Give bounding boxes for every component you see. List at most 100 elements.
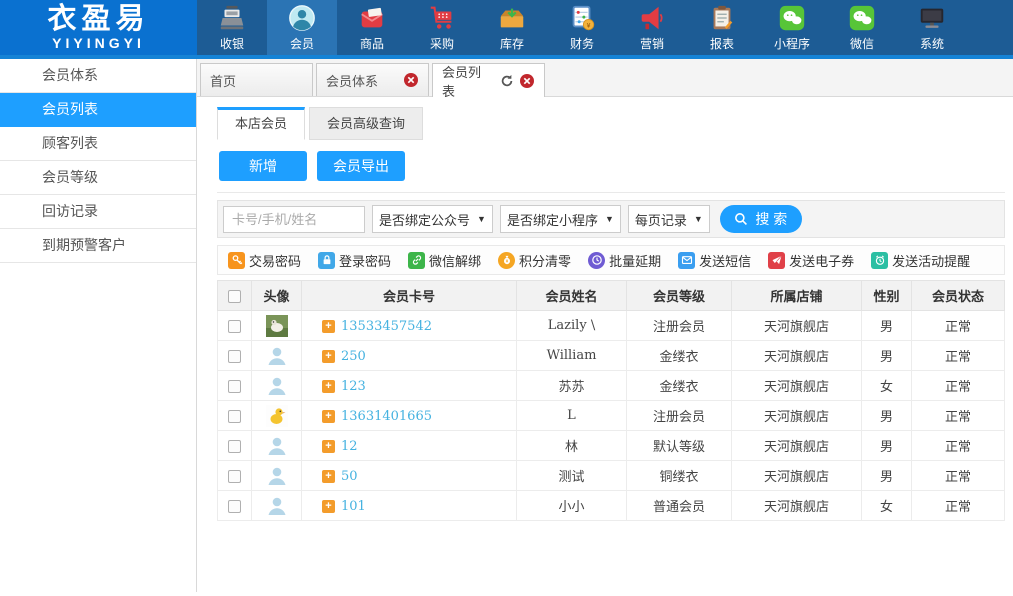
select-value: 是否绑定小程序 — [507, 210, 598, 229]
tab-home[interactable]: 首页 — [200, 63, 313, 96]
subtab-store-members[interactable]: 本店会员 — [217, 107, 305, 140]
action-login-password[interactable]: 登录密码 — [318, 251, 391, 270]
nav-item-goods[interactable]: 商品 — [337, 0, 407, 55]
action-points-reset[interactable]: ¥ 积分清零 — [498, 251, 571, 270]
expand-plus-icon[interactable]: + — [322, 350, 335, 363]
report-clipboard-icon — [707, 3, 737, 33]
nav-item-member[interactable]: 会员 — [267, 0, 337, 55]
sidebar-item-customer-list[interactable]: 顾客列表 — [0, 127, 196, 161]
row-checkbox[interactable] — [228, 320, 241, 333]
official-account-select[interactable]: 是否绑定公众号 ▼ — [372, 205, 493, 233]
name-cell: William — [517, 341, 627, 371]
member-card-link[interactable]: 101 — [341, 499, 366, 514]
search-button-label: 搜 索 — [755, 209, 787, 229]
miniprogram-select[interactable]: 是否绑定小程序 ▼ — [500, 205, 621, 233]
row-checkbox[interactable] — [228, 440, 241, 453]
name-cell: Lazily \ — [517, 311, 627, 341]
header-level: 会员等级 — [627, 281, 732, 311]
sidebar-item-visit-records[interactable]: 回访记录 — [0, 195, 196, 229]
member-card-link[interactable]: 13631401665 — [341, 409, 432, 424]
sidebar-item-expiry-warning[interactable]: 到期预警客户 — [0, 229, 196, 263]
level-cell: 金缕衣 — [627, 341, 732, 371]
row-checkbox-cell — [218, 341, 252, 371]
button-row: 新增 会员导出 — [217, 140, 1005, 193]
expand-plus-icon[interactable]: + — [322, 380, 335, 393]
sidebar-item-member-level[interactable]: 会员等级 — [0, 161, 196, 195]
header-gender: 性别 — [862, 281, 912, 311]
refresh-icon[interactable] — [500, 74, 514, 88]
select-value: 每页记录 — [635, 210, 687, 229]
nav-item-wechat[interactable]: 微信 — [827, 0, 897, 55]
header-status: 会员状态 — [912, 281, 1005, 311]
action-send-ecoupon[interactable]: 发送电子券 — [768, 251, 854, 270]
add-member-button[interactable]: 新增 — [219, 151, 307, 181]
page-size-select[interactable]: 每页记录 ▼ — [628, 205, 710, 233]
close-icon[interactable] — [519, 73, 535, 89]
row-checkbox[interactable] — [228, 470, 241, 483]
nav-item-finance[interactable]: ¥ 财务 — [547, 0, 617, 55]
nav-item-marketing[interactable]: 营销 — [617, 0, 687, 55]
sidebar-item-member-system[interactable]: 会员体系 — [0, 59, 196, 93]
brand-title: 衣盈易 — [47, 5, 149, 34]
avatar-cell — [252, 371, 302, 401]
nav-item-purchase[interactable]: 采购 — [407, 0, 477, 55]
action-send-activity-reminder[interactable]: 发送活动提醒 — [871, 251, 970, 270]
brand-logo: 衣盈易 YIYINGYI — [0, 0, 197, 55]
gender-cell: 男 — [862, 431, 912, 461]
level-cell: 默认等级 — [627, 431, 732, 461]
header-card: 会员卡号 — [302, 281, 517, 311]
inventory-box-icon — [497, 3, 527, 33]
row-checkbox[interactable] — [228, 410, 241, 423]
nav-label: 微信 — [850, 35, 874, 52]
subtab-advanced-query[interactable]: 会员高级查询 — [309, 107, 423, 140]
expand-plus-icon[interactable]: + — [322, 500, 335, 513]
expand-plus-icon[interactable]: + — [322, 410, 335, 423]
expand-plus-icon[interactable]: + — [322, 320, 335, 333]
top-nav: 收银 会员 商品 采购 库存 ¥ 财务 — [197, 0, 1013, 55]
action-batch-extend[interactable]: 批量延期 — [588, 251, 661, 270]
tab-member-system[interactable]: 会员体系 — [316, 63, 429, 96]
row-checkbox[interactable] — [228, 500, 241, 513]
member-card-link[interactable]: 13533457542 — [341, 319, 432, 334]
search-button[interactable]: 搜 索 — [720, 205, 802, 233]
store-cell: 天河旗舰店 — [732, 311, 862, 341]
action-label: 交易密码 — [249, 251, 301, 270]
close-icon[interactable] — [403, 72, 419, 88]
unlink-icon — [408, 252, 425, 269]
member-card-link[interactable]: 12 — [341, 439, 358, 454]
search-input[interactable] — [223, 206, 365, 233]
gender-cell: 男 — [862, 401, 912, 431]
member-card-link[interactable]: 250 — [341, 349, 366, 364]
member-icon — [287, 3, 317, 33]
action-trade-password[interactable]: 交易密码 — [228, 251, 301, 270]
action-label: 批量延期 — [609, 251, 661, 270]
nav-label: 系统 — [920, 35, 944, 52]
name-cell: 林 — [517, 431, 627, 461]
nav-item-report[interactable]: 报表 — [687, 0, 757, 55]
nav-item-inventory[interactable]: 库存 — [477, 0, 547, 55]
card-cell: +123 — [302, 371, 517, 401]
export-members-button[interactable]: 会员导出 — [317, 151, 405, 181]
member-card-link[interactable]: 123 — [341, 379, 366, 394]
tab-member-list[interactable]: 会员列表 — [432, 63, 545, 97]
nav-item-cashier[interactable]: 收银 — [197, 0, 267, 55]
nav-item-miniprogram[interactable]: 小程序 — [757, 0, 827, 55]
row-checkbox[interactable] — [228, 380, 241, 393]
expand-plus-icon[interactable]: + — [322, 470, 335, 483]
action-toolbar: 交易密码 登录密码 微信解绑 ¥ 积分清零 — [217, 245, 1005, 275]
select-all-checkbox[interactable] — [228, 290, 241, 303]
level-cell: 普通会员 — [627, 491, 732, 521]
expand-plus-icon[interactable]: + — [322, 440, 335, 453]
member-card-link[interactable]: 50 — [341, 469, 358, 484]
row-checkbox[interactable] — [228, 350, 241, 363]
store-cell: 天河旗舰店 — [732, 431, 862, 461]
goods-icon — [357, 3, 387, 33]
store-cell: 天河旗舰店 — [732, 401, 862, 431]
action-wechat-unbind[interactable]: 微信解绑 — [408, 251, 481, 270]
action-send-sms[interactable]: 发送短信 — [678, 251, 751, 270]
top-header: 衣盈易 YIYINGYI 收银 会员 商品 采购 库存 — [0, 0, 1013, 59]
member-row: +250 William 金缕衣 天河旗舰店 男 正常 — [218, 341, 1005, 371]
nav-label: 报表 — [710, 35, 734, 52]
nav-item-system[interactable]: 系统 — [897, 0, 967, 55]
sidebar-item-member-list[interactable]: 会员列表 — [0, 93, 196, 127]
